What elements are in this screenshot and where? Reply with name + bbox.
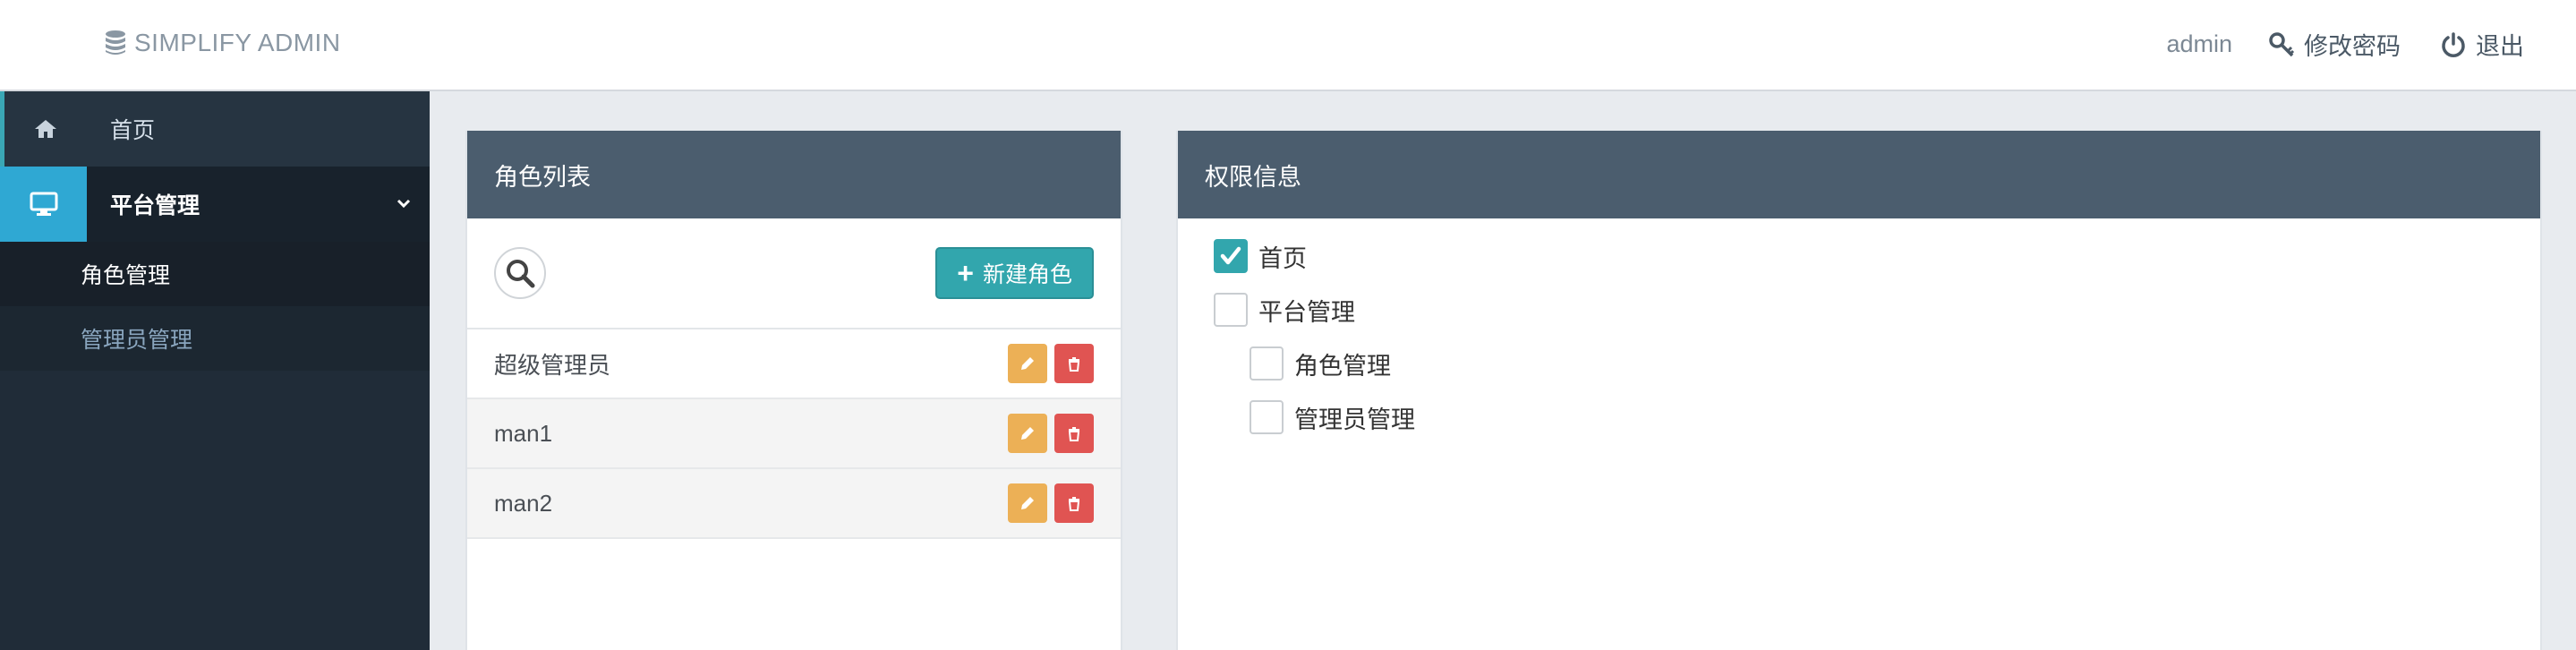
roles-panel-title: 角色列表 bbox=[494, 163, 591, 191]
brand-title: SIMPLIFY ADMIN bbox=[134, 29, 341, 56]
plus-icon: + bbox=[957, 257, 974, 289]
permission-panel-title: 权限信息 bbox=[1205, 163, 1301, 191]
row-actions bbox=[1008, 344, 1094, 383]
sidebar-item-label: 首页 bbox=[110, 118, 156, 143]
database-icon bbox=[106, 30, 125, 55]
user-name-label: admin bbox=[2166, 30, 2232, 57]
checkbox[interactable] bbox=[1214, 239, 1248, 273]
sidebar-subitem-label: 管理员管理 bbox=[81, 328, 193, 353]
new-role-button[interactable]: + 新建角色 bbox=[935, 247, 1094, 299]
trash-icon bbox=[1068, 427, 1080, 441]
delete-button[interactable] bbox=[1054, 344, 1094, 383]
sidebar-item-home[interactable]: 首页 bbox=[0, 91, 430, 167]
pencil-icon bbox=[1021, 497, 1034, 509]
key-icon bbox=[2269, 31, 2295, 56]
tree-node-platform: 平台管理 bbox=[1178, 283, 2540, 337]
pencil-icon bbox=[1021, 427, 1034, 440]
edit-button[interactable] bbox=[1008, 344, 1047, 383]
tree-node-label: 管理员管理 bbox=[1294, 406, 1415, 433]
permission-panel-header: 权限信息 bbox=[1178, 131, 2540, 218]
sidebar-item-role-management[interactable]: 角色管理 bbox=[0, 242, 430, 306]
roles-panel-header: 角色列表 bbox=[467, 131, 1121, 218]
checkmark-icon bbox=[1220, 246, 1241, 265]
tree-node-home: 首页 bbox=[1178, 229, 2540, 283]
sidebar-subitem-label: 角色管理 bbox=[81, 263, 171, 288]
sidebar-item-admin-management[interactable]: 管理员管理 bbox=[0, 306, 430, 371]
edit-button[interactable] bbox=[1008, 414, 1047, 453]
permission-tree: 首页 平台管理 角色管理 管理员管理 bbox=[1178, 218, 2540, 444]
brand-logo[interactable]: SIMPLIFY ADMIN bbox=[104, 29, 341, 57]
trash-icon bbox=[1068, 357, 1080, 372]
checkbox[interactable] bbox=[1250, 400, 1284, 434]
tree-node-admin-management: 管理员管理 bbox=[1178, 390, 2540, 444]
table-row[interactable]: 超级管理员 bbox=[467, 329, 1121, 399]
chevron-down-icon bbox=[397, 199, 411, 209]
delete-button[interactable] bbox=[1054, 414, 1094, 453]
new-role-label: 新建角色 bbox=[982, 262, 1072, 287]
top-right-menu: admin 修改密码 退出 bbox=[2166, 27, 2524, 62]
home-icon bbox=[4, 118, 87, 140]
logout-link[interactable]: 退出 bbox=[2440, 27, 2524, 62]
change-password-label: 修改密码 bbox=[2304, 33, 2401, 60]
trash-icon bbox=[1068, 497, 1080, 511]
checkbox[interactable] bbox=[1214, 293, 1248, 327]
tree-node-role-management: 角色管理 bbox=[1178, 337, 2540, 390]
search-button[interactable] bbox=[494, 247, 546, 299]
sidebar-submenu: 角色管理 管理员管理 bbox=[0, 242, 430, 371]
tree-node-label: 首页 bbox=[1258, 244, 1307, 272]
power-icon bbox=[2442, 31, 2465, 57]
sidebar-item-label: 平台管理 bbox=[110, 193, 200, 218]
role-name: man2 bbox=[494, 489, 553, 517]
logout-label: 退出 bbox=[2476, 33, 2524, 60]
row-actions bbox=[1008, 483, 1094, 523]
table-row[interactable]: man1 bbox=[467, 399, 1121, 469]
row-actions bbox=[1008, 414, 1094, 453]
table-row[interactable]: man2 bbox=[467, 469, 1121, 539]
role-name: man1 bbox=[494, 419, 553, 447]
delete-button[interactable] bbox=[1054, 483, 1094, 523]
roles-panel: 角色列表 + 新建角色 超级管理员 man1 man2 bbox=[465, 131, 1122, 650]
edit-button[interactable] bbox=[1008, 483, 1047, 523]
sidebar: 首页 平台管理 角色管理 管理员管理 bbox=[0, 91, 430, 650]
tree-node-label: 平台管理 bbox=[1258, 298, 1355, 326]
tree-node-label: 角色管理 bbox=[1294, 352, 1391, 380]
sidebar-item-platform[interactable]: 平台管理 bbox=[0, 167, 430, 242]
roles-toolbar: + 新建角色 bbox=[467, 218, 1121, 329]
checkbox[interactable] bbox=[1250, 346, 1284, 381]
user-name[interactable]: admin bbox=[2166, 30, 2232, 58]
permission-panel: 权限信息 首页 平台管理 角色管理 管理员管理 bbox=[1176, 131, 2542, 650]
role-name: 超级管理员 bbox=[494, 351, 611, 379]
change-password-link[interactable]: 修改密码 bbox=[2268, 27, 2401, 62]
top-header: SIMPLIFY ADMIN admin 修改密码 退出 bbox=[0, 0, 2576, 91]
search-icon bbox=[507, 260, 535, 288]
desktop-icon bbox=[0, 167, 87, 242]
pencil-icon bbox=[1021, 357, 1034, 370]
